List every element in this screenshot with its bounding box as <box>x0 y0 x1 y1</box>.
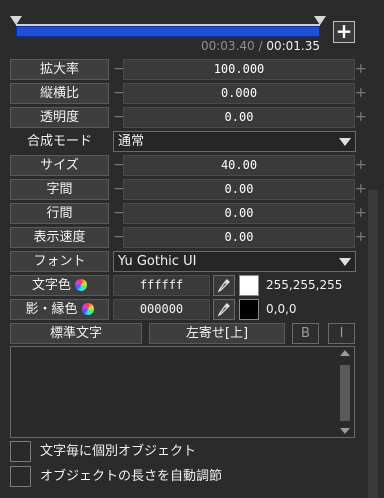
shadow-color-rgb: 0,0,0 <box>266 302 297 316</box>
current-time: 00:03.40 <box>200 39 255 53</box>
aspect-value-field[interactable]: 0.000 <box>123 83 355 104</box>
scale-label-button[interactable]: 拡大率 <box>10 59 109 80</box>
chevron-down-icon <box>339 258 351 266</box>
timeline-end-handle[interactable] <box>314 16 326 25</box>
shadow-color-swatch[interactable] <box>239 299 259 320</box>
eyedropper-button[interactable] <box>213 299 235 320</box>
align-button[interactable]: 左寄せ[上] <box>149 323 285 344</box>
eyedropper-button[interactable] <box>213 275 235 296</box>
text-color-rgb: 255,255,255 <box>266 278 343 292</box>
text-color-label-button[interactable]: 文字色 <box>10 275 109 296</box>
text-color-swatch[interactable] <box>239 275 259 296</box>
char-spacing-value-field[interactable]: 0.00 <box>123 179 355 200</box>
size-label-button[interactable]: サイズ <box>10 155 109 176</box>
shadow-color-label-button[interactable]: 影・縁色 <box>10 299 109 320</box>
line-spacing-decrease-button[interactable]: − <box>113 203 125 224</box>
timeline-track[interactable] <box>16 26 320 37</box>
scroll-up-arrow-icon[interactable] <box>340 350 350 356</box>
scroll-down-arrow-icon[interactable] <box>340 428 350 434</box>
shadow-color-label: 影・縁色 <box>25 302 78 317</box>
size-value-field[interactable]: 40.00 <box>123 155 355 176</box>
scale-value-field[interactable]: 100.000 <box>123 59 355 80</box>
size-decrease-button[interactable]: − <box>113 155 125 176</box>
opacity-label-button[interactable]: 透明度 <box>10 107 109 128</box>
italic-button[interactable]: I <box>328 323 355 344</box>
total-time: 00:01.35 <box>266 39 320 53</box>
add-button[interactable]: + <box>333 21 355 43</box>
scale-increase-button[interactable]: + <box>355 59 367 80</box>
panel-scrollbar[interactable] <box>368 190 378 498</box>
standard-text-button[interactable]: 標準文字 <box>10 323 142 344</box>
text-color-hex-field[interactable]: ffffff <box>113 275 210 296</box>
blend-mode-value: 通常 <box>118 134 145 149</box>
blend-mode-label: 合成モード <box>10 131 109 152</box>
chevron-down-icon <box>339 138 351 146</box>
per-char-objects-label: 文字毎に個別オブジェクト <box>40 444 197 459</box>
blend-mode-select[interactable]: 通常 <box>113 131 356 152</box>
auto-length-checkbox[interactable] <box>10 466 31 487</box>
auto-length-label: オブジェクトの長さを自動調節 <box>40 469 223 484</box>
aspect-increase-button[interactable]: + <box>355 83 367 104</box>
time-separator: / <box>254 39 267 53</box>
timeline-bar[interactable] <box>10 13 328 41</box>
font-select[interactable]: Yu Gothic UI <box>113 251 356 272</box>
per-char-objects-checkbox[interactable] <box>10 441 31 462</box>
line-spacing-value-field[interactable]: 0.00 <box>123 203 355 224</box>
shadow-color-hex-field[interactable]: 000000 <box>113 299 210 320</box>
font-label-button[interactable]: フォント <box>10 251 109 272</box>
bold-button[interactable]: B <box>292 323 319 344</box>
eyedropper-icon <box>217 303 230 317</box>
aspect-decrease-button[interactable]: − <box>113 83 125 104</box>
size-increase-button[interactable]: + <box>355 155 367 176</box>
timeline-start-handle[interactable] <box>10 16 22 25</box>
color-wheel-icon <box>81 303 94 315</box>
opacity-increase-button[interactable]: + <box>355 107 367 128</box>
display-speed-increase-button[interactable]: + <box>355 227 367 248</box>
text-color-label: 文字色 <box>31 278 71 293</box>
font-value: Yu Gothic UI <box>118 254 197 269</box>
scale-decrease-button[interactable]: − <box>113 59 125 80</box>
display-speed-value-field[interactable]: 0.00 <box>123 227 355 248</box>
color-wheel-icon <box>75 279 87 291</box>
opacity-value-field[interactable]: 0.00 <box>123 107 355 128</box>
line-spacing-increase-button[interactable]: + <box>355 203 367 224</box>
display-speed-decrease-button[interactable]: − <box>113 227 125 248</box>
text-area-scrollbar[interactable] <box>338 349 352 435</box>
aspect-label-button[interactable]: 縦横比 <box>10 83 109 104</box>
char-spacing-increase-button[interactable]: + <box>355 179 367 200</box>
eyedropper-icon <box>217 279 230 293</box>
display-speed-label-button[interactable]: 表示速度 <box>10 227 109 248</box>
scroll-thumb[interactable] <box>340 365 350 421</box>
opacity-decrease-button[interactable]: − <box>113 107 125 128</box>
char-spacing-label-button[interactable]: 字間 <box>10 179 109 200</box>
char-spacing-decrease-button[interactable]: − <box>113 179 125 200</box>
text-input-area[interactable] <box>10 346 355 438</box>
line-spacing-label-button[interactable]: 行間 <box>10 203 109 224</box>
time-display: 00:03.40 / 00:01.35 <box>201 39 320 53</box>
